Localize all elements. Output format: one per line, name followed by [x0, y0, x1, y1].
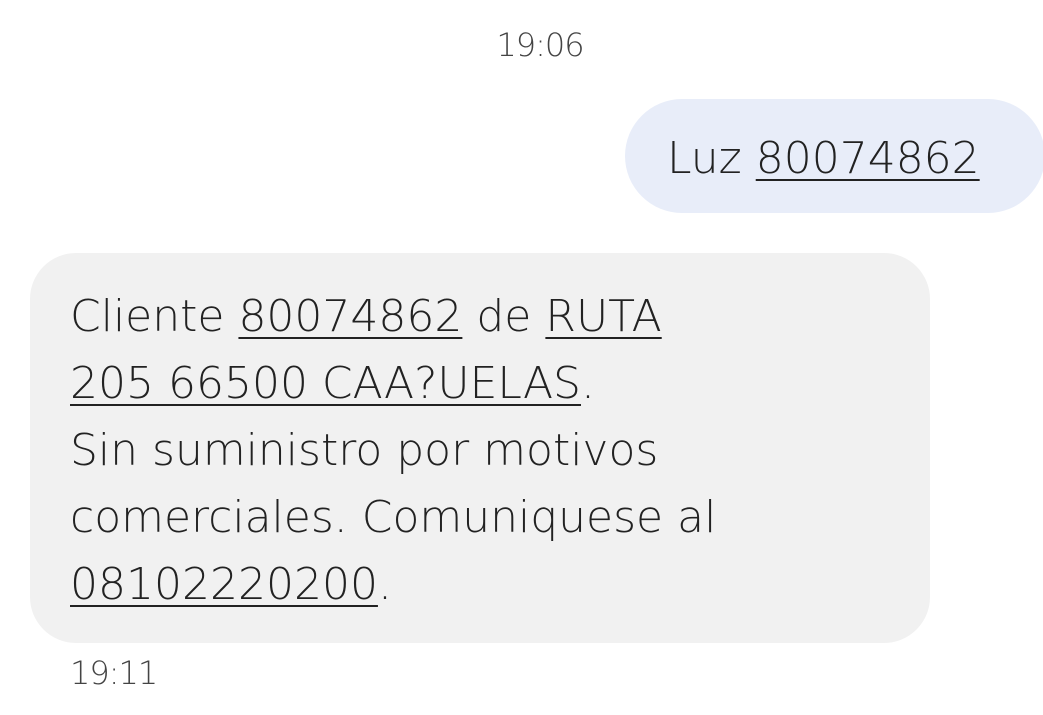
received-line-3: Sin suministro por motivos — [70, 425, 659, 476]
received-line-4: comerciales. Comuniquese al — [70, 492, 717, 543]
sent-timestamp: 19:06 — [496, 26, 584, 64]
sent-message-text: Luz — [667, 133, 756, 184]
received-timestamp: 19:11 — [70, 654, 158, 692]
address-link-part-2[interactable]: 205 66500 CAA?UELAS — [70, 358, 581, 409]
received-text-de: de — [462, 291, 546, 342]
client-number-link[interactable]: 80074862 — [238, 291, 462, 342]
address-link-part-1[interactable]: RUTA — [545, 291, 661, 342]
sent-message-bubble[interactable]: Luz 80074862 — [625, 99, 1043, 213]
received-text-cliente: Cliente — [70, 291, 239, 342]
received-period-1: . — [580, 358, 595, 409]
received-line-5: 08102220200. — [70, 551, 890, 618]
sent-message-number-link[interactable]: 80074862 — [756, 133, 980, 184]
received-line-1: Cliente 80074862 de RUTA — [70, 283, 890, 350]
phone-number-link[interactable]: 08102220200 — [70, 559, 378, 610]
received-period-2: . — [377, 559, 392, 610]
received-message-bubble[interactable]: Cliente 80074862 de RUTA 205 66500 CAA?U… — [30, 253, 930, 643]
received-line-2: 205 66500 CAA?UELAS. — [70, 350, 890, 417]
